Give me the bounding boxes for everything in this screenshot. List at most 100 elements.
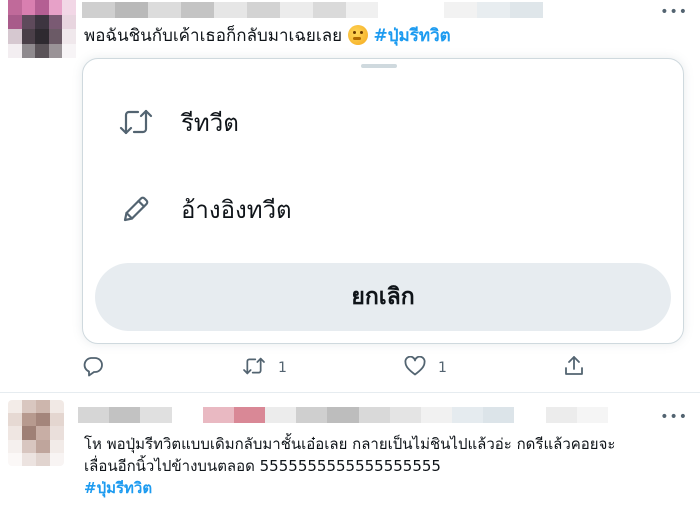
- pencil-icon: [117, 190, 155, 228]
- pixel-cell: [8, 400, 22, 414]
- pixel-cell: [22, 413, 36, 427]
- quote-tweet-option[interactable]: อ้างอิงทวีต: [83, 179, 683, 239]
- pixel-cell: [213, 2, 247, 18]
- tweet-text: พอฉันชินกับเค้าเธอก็กลับมาเฉยเลย #ปุ่มรี…: [84, 25, 451, 48]
- pixel-cell: [514, 407, 546, 423]
- pixel-cell: [8, 452, 22, 466]
- pixel-cell: [48, 43, 63, 58]
- pixel-cell: [576, 2, 609, 18]
- pixel-cell: [543, 2, 577, 18]
- username-blurred[interactable]: [78, 407, 608, 423]
- avatar[interactable]: [8, 0, 76, 58]
- avatar[interactable]: [8, 400, 64, 466]
- pixel-cell: [50, 439, 64, 453]
- pixel-cell: [50, 426, 64, 440]
- pixel-cell: [62, 14, 76, 29]
- pixel-cell: [109, 407, 141, 423]
- thinking-face-emoji: [348, 25, 369, 45]
- pixel-cell: [36, 400, 50, 414]
- retweet-button[interactable]: 1: [242, 352, 287, 384]
- pixel-cell: [180, 2, 214, 18]
- tweet-text: โห พอปุ่มรีทวิตแบบเดิมกลับมาชั้นเอ๋อเลย …: [84, 433, 615, 499]
- retweet-label: รีทวีต: [181, 108, 239, 137]
- pixel-cell: [36, 413, 50, 427]
- pixel-cell: [8, 29, 22, 44]
- pixel-cell: [36, 452, 50, 466]
- retweet-icon: [242, 356, 266, 380]
- pixel-cell: [452, 407, 484, 423]
- pixel-cell: [78, 407, 110, 423]
- pixel-cell: [510, 2, 544, 18]
- tweet[interactable]: ••• พอฉันชินกับเค้าเธอก็กลับมาเฉยเลย #ปุ…: [0, 0, 700, 392]
- pixel-cell: [8, 14, 22, 29]
- pixel-cell: [8, 439, 22, 453]
- reply-button[interactable]: [82, 352, 116, 384]
- more-options-icon[interactable]: •••: [660, 4, 688, 20]
- tweet-body: พอฉันชินกับเค้าเธอก็กลับมาเฉยเลย: [84, 26, 343, 46]
- pixel-cell: [21, 0, 36, 15]
- pixel-cell: [609, 2, 642, 18]
- pixel-cell: [36, 439, 50, 453]
- pixel-cell: [48, 0, 63, 15]
- pixel-cell: [358, 407, 390, 423]
- tweet[interactable]: ••• โห พอปุ่มรีทวิตแบบเดิมกลับมาชั้นเอ๋อ…: [0, 392, 700, 509]
- pixel-cell: [576, 407, 608, 423]
- retweet-option[interactable]: รีทวีต: [83, 92, 683, 152]
- pixel-cell: [50, 400, 64, 414]
- pixel-cell: [114, 2, 148, 18]
- pixel-cell: [62, 29, 76, 44]
- pixel-cell: [48, 29, 63, 44]
- pixel-cell: [35, 29, 49, 44]
- retweet-icon: [117, 103, 155, 141]
- pixel-cell: [420, 407, 453, 423]
- pixel-cell: [345, 2, 379, 18]
- like-button[interactable]: 1: [404, 352, 447, 384]
- pixel-cell: [50, 413, 64, 427]
- pixel-cell: [22, 400, 36, 414]
- pixel-cell: [279, 2, 313, 18]
- pixel-cell: [147, 2, 181, 18]
- pixel-cell: [22, 426, 36, 440]
- more-options-icon[interactable]: •••: [660, 409, 688, 425]
- share-icon: [564, 355, 584, 381]
- pixel-cell: [246, 2, 280, 18]
- pixel-cell: [21, 14, 36, 29]
- pixel-cell: [8, 43, 22, 58]
- retweet-menu: รีทวีต อ้างอิงทวีต ยกเลิก: [82, 58, 684, 344]
- pixel-cell: [312, 2, 346, 18]
- pixel-cell: [444, 2, 478, 18]
- pixel-cell: [8, 0, 22, 15]
- pixel-cell: [35, 43, 49, 58]
- pixel-cell: [265, 407, 297, 423]
- pixel-cell: [62, 0, 76, 15]
- pixel-cell: [171, 407, 203, 423]
- pixel-cell: [50, 452, 64, 466]
- pixel-cell: [202, 407, 234, 423]
- pixel-cell: [483, 407, 515, 423]
- pixel-cell: [35, 14, 49, 29]
- reply-icon: [82, 355, 104, 381]
- pixel-cell: [378, 2, 412, 18]
- hashtag-link[interactable]: #ปุ่มรีทวิต: [84, 477, 615, 499]
- like-count: 1: [438, 360, 447, 376]
- username-blurred[interactable]: [82, 2, 642, 18]
- pixel-cell: [389, 407, 421, 423]
- pixel-cell: [411, 2, 445, 18]
- pixel-cell: [327, 407, 359, 423]
- pixel-cell: [35, 0, 49, 15]
- pixel-cell: [22, 439, 36, 453]
- cancel-button[interactable]: ยกเลิก: [95, 263, 671, 331]
- pixel-cell: [477, 2, 511, 18]
- tweet-body-line: เลื่อนอีกนิ้วไปข้างบนตลอด 55555555555555…: [84, 457, 441, 475]
- pixel-cell: [140, 407, 172, 423]
- pixel-cell: [22, 452, 36, 466]
- hashtag-link[interactable]: #ปุ่มรีทวิต: [373, 26, 450, 46]
- sheet-grabber[interactable]: [361, 64, 397, 68]
- pixel-cell: [48, 14, 63, 29]
- share-button[interactable]: [564, 352, 584, 384]
- pixel-cell: [545, 407, 577, 423]
- pixel-cell: [21, 29, 36, 44]
- pixel-cell: [233, 407, 266, 423]
- pixel-cell: [296, 407, 328, 423]
- pixel-cell: [21, 43, 36, 58]
